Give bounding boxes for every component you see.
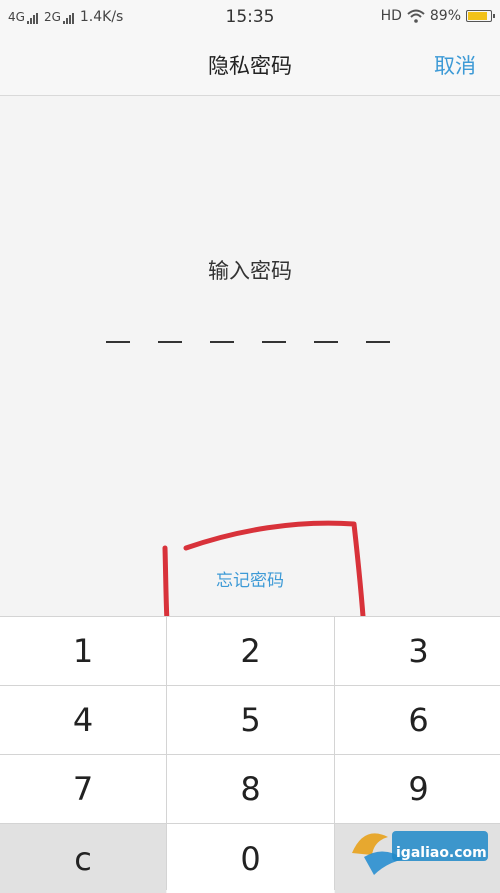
pin-digit-slot (106, 341, 130, 343)
pin-digit-slot (158, 341, 182, 343)
key-5[interactable]: 5 (167, 686, 334, 754)
status-bar: 4G 2G 1.4K/s 15:35 HD 89% (0, 0, 500, 34)
pin-digit-slot (314, 341, 338, 343)
cancel-button[interactable]: 取消 (434, 50, 476, 80)
key-3[interactable]: 3 (335, 617, 500, 685)
nav-bar: 隐私密码 取消 (0, 34, 500, 96)
key-clear[interactable]: c (0, 824, 166, 893)
key-9[interactable]: 9 (335, 755, 500, 823)
battery-percent: 89% (429, 8, 461, 24)
pin-digit-slot (262, 341, 286, 343)
wifi-icon (407, 9, 425, 23)
hd-label: HD (380, 8, 402, 24)
pin-digit-slot (210, 341, 234, 343)
key-7[interactable]: 7 (0, 755, 166, 823)
watermark-text: igaliao.com (396, 845, 487, 861)
pin-input[interactable] (106, 341, 390, 343)
key-8[interactable]: 8 (167, 755, 334, 823)
forgot-password-link[interactable]: 忘记密码 (0, 566, 500, 591)
key-1[interactable]: 1 (0, 617, 166, 685)
key-4[interactable]: 4 (0, 686, 166, 754)
key-6[interactable]: 6 (335, 686, 500, 754)
status-right: HD 89% (380, 8, 495, 24)
battery-fill (468, 12, 487, 20)
watermark-logo: igaliao.com (344, 815, 494, 885)
page-title: 隐私密码 (208, 54, 292, 78)
battery-icon (466, 10, 495, 22)
pin-digit-slot (366, 341, 390, 343)
key-2[interactable]: 2 (167, 617, 334, 685)
key-0[interactable]: 0 (167, 824, 334, 893)
password-prompt: 输入密码 (208, 259, 292, 283)
